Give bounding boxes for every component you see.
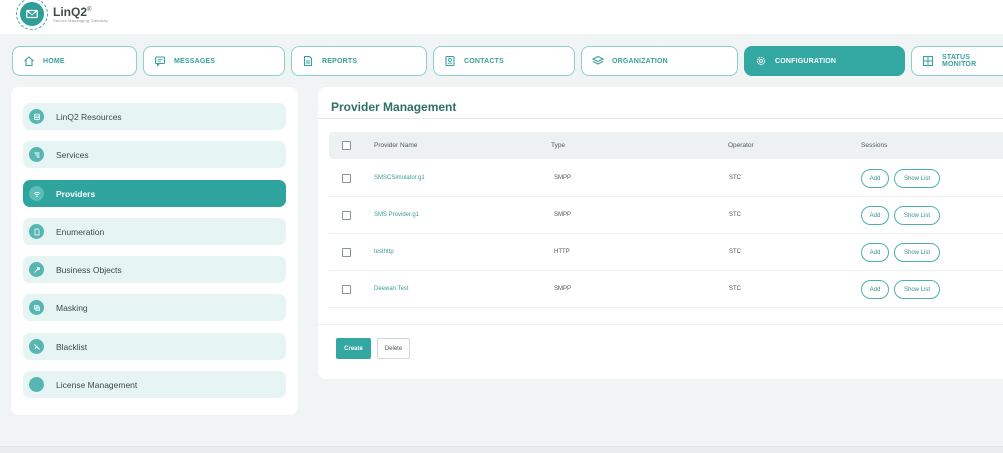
sidebar-item-enumeration[interactable]: Enumeration: [23, 218, 286, 245]
nav-organization[interactable]: ORGANIZATION: [581, 46, 738, 76]
circle-icon: [29, 377, 44, 392]
provider-name-link[interactable]: SMSCSimulator.g1: [374, 175, 425, 181]
nav-organization-label: ORGANIZATION: [612, 57, 668, 65]
nav-messages[interactable]: MESSAGES: [143, 46, 285, 76]
nav-configuration-label: CONFIGURATION: [775, 57, 837, 65]
sidebar-item-masking[interactable]: Masking: [23, 294, 286, 321]
provider-operator: STC: [729, 286, 741, 292]
wifi-icon: [29, 186, 44, 201]
column-header-type[interactable]: Type: [551, 142, 565, 149]
table-header: Provider Name Type Operator Sessions: [329, 132, 1003, 159]
sidebar-item-blacklist[interactable]: Blacklist: [23, 333, 286, 360]
sidebar-item-label: Masking: [56, 302, 88, 313]
add-session-button[interactable]: Add: [861, 243, 889, 262]
sidebar-item-services[interactable]: Services: [23, 141, 286, 168]
footer-bar: [0, 446, 1003, 453]
gear-icon: [755, 55, 767, 67]
select-all-checkbox[interactable]: [342, 141, 351, 150]
sidebar-item-label: Blacklist: [56, 341, 88, 352]
provider-management-panel: Provider Management Provider Name Type O…: [318, 87, 1003, 379]
sidebar-item-label: LinQ2 Resources: [56, 111, 122, 122]
nav-contacts[interactable]: CONTACTS: [433, 46, 575, 76]
show-list-button[interactable]: Show List: [894, 206, 940, 225]
provider-type: HTTP: [554, 249, 570, 255]
brand-tagline: Secure Messaging Gateway: [53, 18, 108, 23]
create-button[interactable]: Create: [336, 338, 371, 359]
logo-envelope-icon: [20, 2, 44, 26]
table-row: SMSCSimulator.g1 SMPP STC Add Show List: [329, 160, 1003, 197]
nav-reports[interactable]: REPORTS: [291, 46, 427, 76]
table-row: SMS Provider.g1 SMPP STC Add Show List: [329, 197, 1003, 234]
delete-button[interactable]: Delete: [377, 338, 410, 359]
nav-status-monitor[interactable]: STATUS MONITOR: [911, 46, 1003, 76]
title-divider: [318, 118, 1003, 119]
tag-icon: [29, 262, 44, 277]
provider-name-link[interactable]: testhttp: [374, 249, 394, 255]
row-checkbox[interactable]: [342, 211, 351, 220]
row-checkbox[interactable]: [342, 285, 351, 294]
sidebar-item-label: Enumeration: [56, 226, 105, 237]
document-icon: [302, 55, 314, 67]
add-session-button[interactable]: Add: [861, 169, 889, 188]
sidebar: LinQ2 Resources Services Providers Enume…: [11, 87, 298, 415]
sidebar-item-business-objects[interactable]: Business Objects: [23, 256, 286, 283]
add-session-button[interactable]: Add: [861, 280, 889, 299]
table-row: Deewan Test SMPP STC Add Show List: [329, 271, 1003, 308]
footer-divider: [318, 324, 1003, 325]
nav-configuration[interactable]: CONFIGURATION: [744, 46, 905, 76]
nav-status-monitor-label: STATUS MONITOR: [942, 54, 977, 68]
home-icon: [23, 55, 35, 67]
provider-operator: STC: [729, 175, 741, 181]
show-list-button[interactable]: Show List: [894, 169, 940, 188]
provider-name-link[interactable]: Deewan Test: [374, 286, 409, 292]
sidebar-item-label: Providers: [56, 188, 96, 199]
provider-type: SMPP: [554, 175, 572, 181]
nav-home[interactable]: HOME: [12, 46, 137, 76]
provider-type: SMPP: [554, 212, 572, 218]
sidebar-item-label: Business Objects: [56, 264, 122, 275]
message-icon: [154, 55, 166, 67]
show-list-button[interactable]: Show List: [894, 243, 940, 262]
page-title: Provider Management: [331, 100, 457, 114]
row-checkbox[interactable]: [342, 248, 351, 257]
list-icon: [29, 147, 44, 162]
sidebar-item-license-management[interactable]: License Management: [23, 371, 286, 398]
column-header-provider-name[interactable]: Provider Name: [374, 142, 417, 149]
row-checkbox[interactable]: [342, 174, 351, 183]
nav-messages-label: MESSAGES: [174, 57, 216, 65]
grid-icon: [922, 55, 934, 67]
add-session-button[interactable]: Add: [861, 206, 889, 225]
table-row: testhttp HTTP STC Add Show List: [329, 234, 1003, 271]
sidebar-item-linq2-resources[interactable]: LinQ2 Resources: [23, 103, 286, 130]
document-icon: [29, 224, 44, 239]
show-list-button[interactable]: Show List: [894, 280, 940, 299]
provider-operator: STC: [729, 249, 741, 255]
sidebar-item-label: License Management: [56, 379, 138, 390]
provider-operator: STC: [729, 212, 741, 218]
nav-contacts-label: CONTACTS: [464, 57, 504, 65]
column-header-sessions[interactable]: Sessions: [861, 142, 887, 149]
provider-type: SMPP: [554, 286, 572, 292]
sidebar-item-label: Services: [56, 149, 89, 160]
nav-reports-label: REPORTS: [322, 57, 358, 65]
database-icon: [29, 109, 44, 124]
contact-card-icon: [444, 55, 456, 67]
top-bar: LinQ2® Secure Messaging Gateway: [0, 0, 1003, 34]
block-icon: [29, 339, 44, 354]
layers-icon: [592, 55, 604, 67]
provider-name-link[interactable]: SMS Provider.g1: [374, 212, 419, 218]
sidebar-item-providers[interactable]: Providers: [23, 180, 286, 207]
brand-name[interactable]: LinQ2®: [53, 5, 91, 19]
nav-home-label: HOME: [43, 57, 65, 65]
column-header-operator[interactable]: Operator: [728, 142, 754, 149]
copy-icon: [29, 300, 44, 315]
